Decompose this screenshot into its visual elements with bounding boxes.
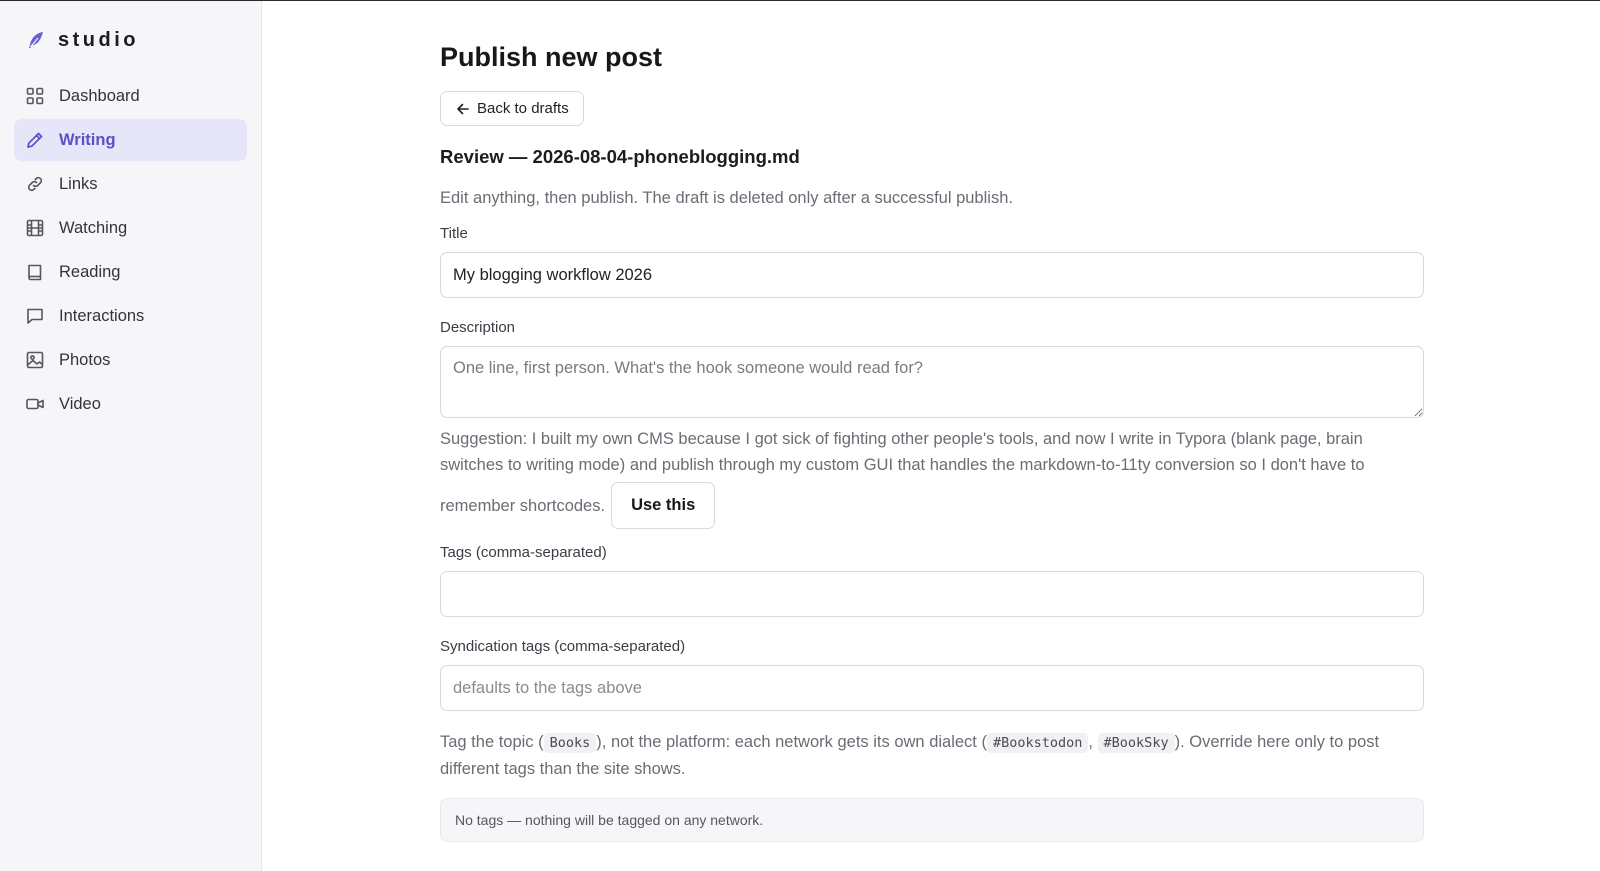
sidebar-item-links[interactable]: Links [14,163,247,205]
syndication-tags-input[interactable] [440,665,1424,711]
film-icon [25,218,45,238]
brand-name: studio [58,28,139,51]
sidebar-item-label: Dashboard [59,86,140,105]
code-bookstodon: #Bookstodon [986,733,1089,753]
suggestion-text: Suggestion: I built my own CMS because I… [440,430,1365,474]
sidebar-item-video[interactable]: Video [14,383,247,425]
sidebar-item-interactions[interactable]: Interactions [14,295,247,337]
sidebar-item-label: Video [59,394,101,413]
no-tags-notice: No tags — nothing will be tagged on any … [440,798,1424,842]
sidebar-item-reading[interactable]: Reading [14,251,247,293]
arrow-left-icon [457,103,469,114]
sidebar-item-dashboard[interactable]: Dashboard [14,75,247,117]
sidebar-item-label: Writing [59,130,116,149]
feather-icon [26,30,46,50]
title-input[interactable] [440,252,1424,298]
sidebar-item-label: Photos [59,350,111,369]
use-suggestion-button[interactable]: Use this [611,482,716,529]
tags-input[interactable] [440,571,1424,617]
sidebar: studio Dashboard Writing Links Watching … [0,1,262,871]
sidebar-item-photos[interactable]: Photos [14,339,247,381]
description-textarea[interactable] [440,346,1424,418]
page-title: Publish new post [440,42,663,72]
book-icon [25,262,45,282]
tags-label: Tags (comma-separated) [440,544,607,561]
description-suggestion: Suggestion: I built my own CMS because I… [440,426,1424,529]
brand[interactable]: studio [14,25,247,55]
review-title: Review — 2026-08-04-phoneblogging.md [440,146,800,167]
publish-form: Publish new post Back to drafts Review —… [440,39,1424,842]
app-window: studio Dashboard Writing Links Watching … [0,0,1600,871]
description-label: Description [440,319,516,336]
sidebar-item-label: Interactions [59,306,145,325]
back-to-drafts-label: Back to drafts [477,100,569,117]
syndication-tags-label: Syndication tags (comma-separated) [440,638,686,655]
sidebar-item-watching[interactable]: Watching [14,207,247,249]
sidebar-item-writing[interactable]: Writing [14,119,247,161]
sidebar-item-label: Watching [59,218,128,237]
sidebar-item-label: Links [59,174,98,193]
title-label: Title [440,225,468,242]
main-content: Publish new post Back to drafts Review —… [262,1,1600,871]
chat-bubble-icon [25,306,45,326]
help-text: ), not the platform: each network gets i… [596,733,987,751]
sidebar-item-label: Reading [59,262,121,281]
grid-icon [25,86,45,106]
help-text: , [1088,733,1098,751]
suggestion-text-end: remember shortcodes. [440,496,606,515]
link-icon [25,174,45,194]
intro-text: Edit anything, then publish. The draft i… [440,189,1013,207]
back-to-drafts-button[interactable]: Back to drafts [440,91,584,126]
code-booksky: #BookSky [1097,733,1175,753]
code-books: Books [543,733,597,753]
sidebar-nav: Dashboard Writing Links Watching Reading… [14,75,247,425]
help-text: Tag the topic ( [440,733,544,751]
image-icon [25,350,45,370]
suggestion-line: remember shortcodes. Use this [440,482,1424,529]
syndication-help-text: Tag the topic (Books), not the platform:… [440,729,1424,782]
video-camera-icon [25,394,45,414]
pencil-icon [25,130,45,150]
